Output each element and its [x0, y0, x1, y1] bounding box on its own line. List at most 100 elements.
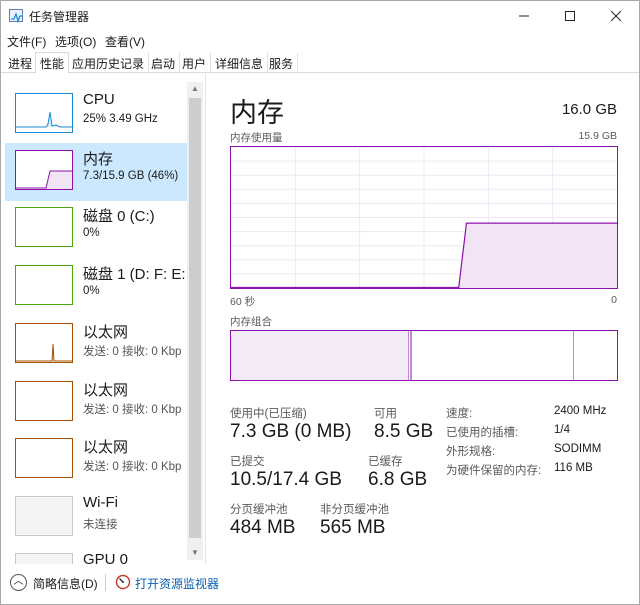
sidebar-item-label: 以太网 [83, 324, 129, 341]
menu-view[interactable]: 查看(V) [105, 33, 145, 50]
paged-pool-value: 484 MB [230, 517, 296, 538]
sidebar-item-label: 内存 [83, 151, 114, 168]
memory-usage-svg [231, 147, 617, 289]
sidebar-item-wifi[interactable]: Wi-Fi 未连接 [5, 489, 187, 547]
sidebar-item-subtext: 0% [83, 285, 100, 297]
disk-thumbnail-graph [15, 207, 73, 247]
fewer-details-button[interactable]: 简略信息(D) [33, 575, 98, 592]
sidebar-item-label: 以太网 [83, 439, 129, 456]
title-bar: 任务管理器 [1, 1, 639, 31]
sidebar-item-label: Wi-Fi [83, 494, 118, 511]
menu-file[interactable]: 文件(F) [7, 33, 46, 50]
total-memory: 16.0 GB [561, 101, 617, 118]
in-use-label: 使用中(已压缩) [230, 408, 307, 420]
sidebar-item-ethernet-3[interactable]: 以太网 发送: 0 接收: 0 Kbp [5, 431, 187, 489]
graph-time-start: 60 秒 [230, 296, 256, 308]
sidebar-item-label: 以太网 [83, 382, 129, 399]
wifi-thumbnail-graph [15, 496, 73, 536]
close-button[interactable] [593, 1, 639, 31]
menu-options[interactable]: 选项(O) [55, 33, 96, 50]
sidebar-item-subtext: 7.3/15.9 GB (46%) [83, 170, 179, 182]
resource-monitor-icon[interactable] [115, 574, 131, 590]
sidebar-item-disk-0[interactable]: 磁盘 0 (C:) 0% [5, 200, 187, 258]
memory-composition-bar [230, 330, 618, 381]
resource-sidebar: CPU 25% 3.49 GHz 内存 7.3/15.9 GB (46%) 磁盘… [1, 74, 205, 564]
disk-thumbnail-graph [15, 265, 73, 305]
sidebar-item-ethernet-2[interactable]: 以太网 发送: 0 接收: 0 Kbp [5, 374, 187, 432]
scroll-down-arrow-icon[interactable]: ▼ [187, 546, 203, 560]
minimize-button[interactable] [501, 1, 547, 31]
footer-divider [105, 574, 106, 591]
sidebar-item-disk-1[interactable]: 磁盘 1 (D: F: E: 0% [5, 258, 187, 316]
tab-details[interactable]: 详细信息 [211, 53, 269, 73]
sidebar-item-label: CPU [83, 91, 115, 108]
tab-services[interactable]: 服务 [265, 53, 299, 73]
slots-value: 1/4 [554, 424, 570, 436]
sidebar-item-cpu[interactable]: CPU 25% 3.49 GHz [5, 86, 187, 144]
page-title: 内存 [230, 98, 284, 128]
memory-detail-panel: 内存 16.0 GB 内存使用量 15.9 GB 60 秒 0 内存组合 使用中… [205, 74, 639, 564]
scrollbar-thumb[interactable] [189, 98, 201, 538]
nonpaged-pool-value: 565 MB [320, 517, 386, 538]
composition-in-use [231, 331, 409, 380]
in-use-value: 7.3 GB (0 MB) [230, 421, 352, 442]
sidebar-item-subtext: 发送: 0 接收: 0 Kbp [83, 404, 182, 416]
nonpaged-pool-label: 非分页缓冲池 [320, 504, 389, 516]
cached-label: 已缓存 [368, 456, 403, 468]
usage-graph-max: 15.9 GB [578, 130, 617, 142]
open-resource-monitor-link[interactable]: 打开资源监视器 [135, 575, 219, 592]
sidebar-item-memory[interactable]: 内存 7.3/15.9 GB (46%) [5, 143, 187, 201]
window-title: 任务管理器 [29, 10, 90, 24]
usage-area [458, 223, 617, 288]
tab-users[interactable]: 用户 [178, 53, 212, 73]
sidebar-item-ethernet-1[interactable]: 以太网 发送: 0 接收: 0 Kbp [5, 316, 187, 374]
sidebar-item-label: GPU 0 [83, 551, 129, 564]
sidebar-item-subtext: 发送: 0 接收: 0 Kbp [83, 346, 182, 358]
available-label: 可用 [374, 408, 397, 420]
committed-label: 已提交 [230, 456, 265, 468]
tab-startup[interactable]: 启动 [147, 53, 181, 73]
scroll-up-arrow-icon[interactable]: ▲ [187, 82, 203, 96]
task-manager-icon [9, 9, 23, 23]
sidebar-item-label: 磁盘 0 (C:) [83, 208, 155, 225]
composition-label: 内存组合 [230, 316, 272, 328]
sidebar-item-subtext: 0% [83, 227, 100, 239]
paged-pool-label: 分页缓冲池 [230, 504, 288, 516]
menu-bar: 文件(F) 选项(O) 查看(V) [1, 31, 639, 51]
tab-processes[interactable]: 进程 [4, 53, 38, 73]
hardware-reserved-value: 116 MB [554, 462, 593, 474]
form-factor-label: 外形规格: [446, 446, 496, 458]
ethernet-thumbnail-graph [15, 381, 73, 421]
tab-bar: 进程 性能 应用历史记录 启动 用户 详细信息 服务 [1, 51, 639, 74]
hardware-reserved-label: 为硬件保留的内存: [446, 465, 542, 477]
footer-bar: ︿ 简略信息(D) 打开资源监视器 [1, 564, 639, 604]
composition-standby-divider [573, 331, 574, 380]
collapse-chevron-icon[interactable]: ︿ [10, 574, 27, 591]
committed-value: 10.5/17.4 GB [230, 469, 342, 490]
ethernet-thumbnail-graph [15, 438, 73, 478]
tab-app-history[interactable]: 应用历史记录 [68, 53, 150, 73]
gpu-thumbnail-graph [15, 553, 73, 564]
cpu-thumbnail-graph [15, 93, 73, 133]
sidebar-item-subtext: 未连接 [83, 519, 118, 531]
sidebar-item-subtext: 发送: 0 接收: 0 Kbp [83, 461, 182, 473]
sidebar-item-gpu[interactable]: GPU 0 [5, 546, 187, 564]
sidebar-scrollbar[interactable]: ▲ ▼ [187, 82, 203, 560]
memory-thumbnail-graph [15, 150, 73, 190]
sidebar-item-label: 磁盘 1 (D: F: E: [83, 266, 186, 283]
cached-value: 6.8 GB [368, 469, 428, 490]
maximize-button[interactable] [547, 1, 593, 31]
tab-performance[interactable]: 性能 [35, 52, 70, 74]
memory-usage-graph [230, 146, 618, 289]
form-factor-value: SODIMM [554, 443, 602, 455]
composition-modified [410, 331, 412, 380]
speed-value: 2400 MHz [554, 405, 607, 417]
usage-graph-label: 内存使用量 [230, 132, 283, 144]
ethernet-thumbnail-graph [15, 323, 73, 363]
available-value: 8.5 GB [374, 421, 434, 442]
sidebar-item-subtext: 25% 3.49 GHz [83, 113, 158, 125]
graph-time-end: 0 [611, 294, 617, 306]
slots-label: 已使用的插槽: [446, 427, 519, 439]
task-manager-window: 任务管理器 文件(F) 选项(O) 查看(V) 进程 性能 应用历史记录 启动 … [0, 0, 640, 605]
speed-label: 速度: [446, 408, 473, 420]
